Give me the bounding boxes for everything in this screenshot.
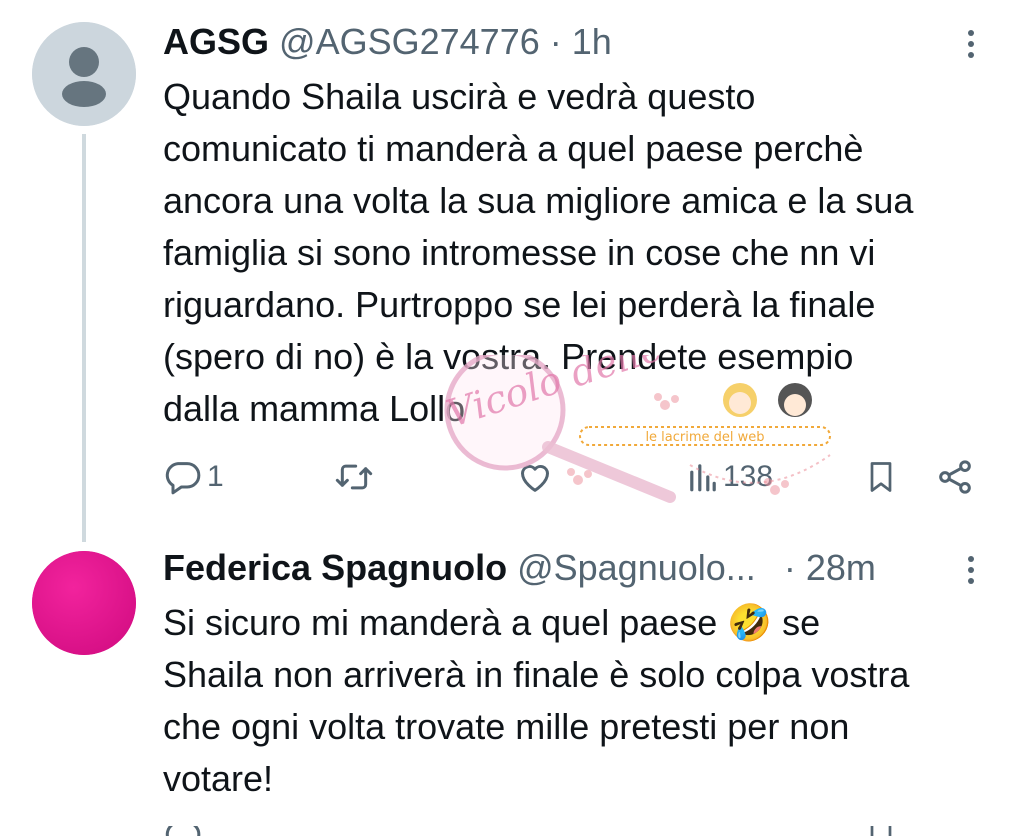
- avatar[interactable]: [32, 22, 136, 126]
- text-line: Si sicuro mi manderà a quel paese 🤣 se: [163, 602, 821, 643]
- tweet-header: Federica Spagnuolo @Spagnuolo... · 28m: [163, 546, 876, 590]
- bookmark-icon: [870, 462, 892, 492]
- bookmark-icon: [870, 826, 892, 836]
- text-line: dalla mamma Lollo: [163, 388, 466, 429]
- text-line: Shaila non arriverà in finale è solo col…: [163, 654, 910, 695]
- text-line: famiglia si sono intromesse in cose che …: [163, 232, 876, 273]
- display-name[interactable]: Federica Spagnuolo: [163, 547, 507, 588]
- reply-count: 1: [207, 460, 224, 493]
- timestamp[interactable]: 1h: [572, 21, 612, 62]
- text-line: riguardano. Purtroppo se lei perderà la …: [163, 284, 876, 325]
- share-icon: [939, 460, 971, 494]
- separator: ·: [549, 21, 562, 62]
- tweet-federica[interactable]: Federica Spagnuolo @Spagnuolo... · 28m S…: [0, 540, 1024, 836]
- share-button[interactable]: [935, 452, 975, 502]
- avatar[interactable]: [32, 551, 136, 655]
- text-line: ancora una volta la sua migliore amica e…: [163, 180, 914, 221]
- text-line: che ogni volta trovate mille pretesti pe…: [163, 706, 850, 747]
- reply-button[interactable]: 1: [163, 452, 224, 502]
- handle[interactable]: @Spagnuolo...: [517, 547, 756, 588]
- avatar-image: [32, 551, 136, 655]
- display-name[interactable]: AGSG: [163, 21, 269, 62]
- text-line: comunicato ti manderà a quel paese perch…: [163, 128, 864, 169]
- retweet-button[interactable]: [333, 452, 375, 502]
- separator: ·: [783, 547, 796, 588]
- bookmark-button[interactable]: [863, 826, 899, 836]
- thread-line: [82, 134, 86, 542]
- reply-icon: [165, 826, 201, 836]
- tweet-header: AGSG @AGSG274776 · 1h: [163, 20, 612, 64]
- more-icon[interactable]: [966, 556, 976, 592]
- heart-icon: [521, 465, 549, 492]
- handle[interactable]: @AGSG274776: [279, 21, 540, 62]
- tweet-text: Si sicuro mi manderà a quel paese 🤣 se S…: [163, 597, 1003, 805]
- like-button[interactable]: [515, 452, 555, 502]
- tweet-agsg[interactable]: AGSG @AGSG274776 · 1h Quando Shaila usci…: [0, 0, 1024, 542]
- text-line: Quando Shaila uscirà e vedrà questo: [163, 76, 756, 117]
- action-bar: 1 138: [163, 452, 983, 502]
- reply-button[interactable]: [163, 826, 203, 836]
- more-icon[interactable]: [966, 30, 976, 66]
- text-line: votare!: [163, 758, 274, 799]
- timestamp[interactable]: 28m: [806, 547, 876, 588]
- text-line: (spero di no) è la vostra. Prendete esem…: [163, 336, 854, 377]
- view-count: 138: [723, 460, 774, 493]
- action-bar: [163, 826, 983, 836]
- views-icon: [690, 464, 716, 492]
- retweet-icon: [335, 464, 373, 490]
- tweet-text: Quando Shaila uscirà e vedrà questo comu…: [163, 71, 1003, 435]
- bookmark-button[interactable]: [863, 452, 899, 502]
- reply-icon: [165, 462, 201, 495]
- views-button[interactable]: 138: [687, 452, 773, 502]
- default-avatar-icon: [32, 22, 136, 126]
